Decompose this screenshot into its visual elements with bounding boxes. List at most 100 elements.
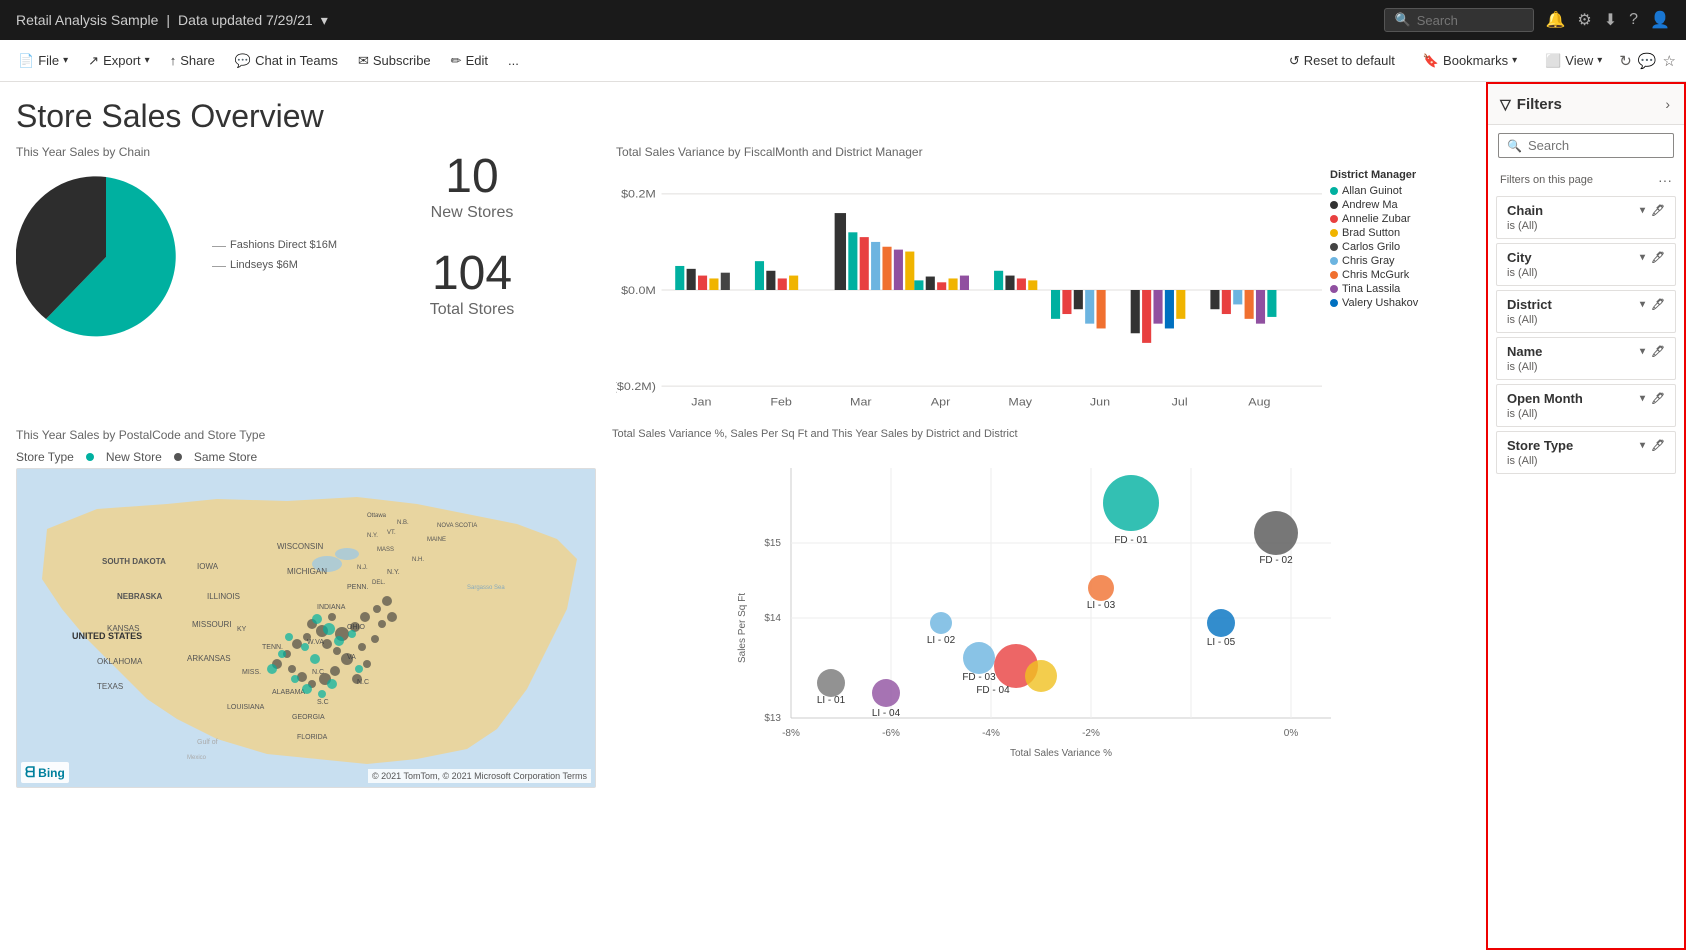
map-svg: SOUTH DAKOTA NEBRASKA KANSAS OKLAHOMA TE… xyxy=(17,469,596,788)
filter-chain[interactable]: Chain ▾ 🖊 is (All) xyxy=(1496,196,1676,239)
data-updated: Data updated 7/29/21 xyxy=(178,12,313,28)
file-menu[interactable]: 📄 File ▾ xyxy=(10,49,76,73)
filter-store-type-clear[interactable]: 🖊 xyxy=(1651,439,1665,452)
filter-chain-header: Chain ▾ 🖊 xyxy=(1507,203,1665,218)
menubar-right: ↺ Reset to default 🔖 Bookmarks ▾ ⬜ View … xyxy=(1278,48,1676,74)
scatter-chart: -8% -6% -4% -2% 0% $13 $14 $15 Sales Per… xyxy=(612,448,1470,768)
user-icon[interactable]: 👤 xyxy=(1650,10,1670,30)
filter-district-clear[interactable]: 🖊 xyxy=(1651,298,1665,311)
more-options-icon[interactable]: ··· xyxy=(1658,172,1672,188)
reset-icon: ↺ xyxy=(1289,53,1300,69)
svg-text:MASS: MASS xyxy=(377,547,394,553)
star-icon[interactable]: ☆ xyxy=(1663,52,1676,70)
more-menu[interactable]: ... xyxy=(500,49,527,72)
subscribe-label: Subscribe xyxy=(373,53,431,68)
legend-title: District Manager xyxy=(1330,169,1470,181)
svg-text:DEL.: DEL. xyxy=(372,580,386,586)
same-store-dot xyxy=(174,453,182,461)
filter-city-clear[interactable]: 🖊 xyxy=(1651,251,1665,264)
filter-search-input[interactable] xyxy=(1528,138,1665,153)
view-button[interactable]: ⬜ View ▾ xyxy=(1534,48,1613,74)
svg-text:GEORGIA: GEORGIA xyxy=(292,714,325,721)
notification-icon[interactable]: 🔔 xyxy=(1546,10,1566,30)
legend-item-8: Valery Ushakov xyxy=(1330,297,1470,309)
comment-icon[interactable]: 💬 xyxy=(1638,52,1657,70)
legend-manager-1: Andrew Ma xyxy=(1342,199,1398,211)
global-search-box[interactable]: 🔍 xyxy=(1384,8,1534,32)
filter-name-header: Name ▾ 🖊 xyxy=(1507,344,1665,359)
scatter-section: Total Sales Variance %, Sales Per Sq Ft … xyxy=(612,428,1470,788)
chat-teams-menu[interactable]: 💬 Chat in Teams xyxy=(227,49,346,73)
svg-text:MISSOURI: MISSOURI xyxy=(192,620,232,629)
svg-text:WISCONSIN: WISCONSIN xyxy=(277,542,323,551)
svg-text:$0.2M: $0.2M xyxy=(621,189,656,200)
svg-text:May: May xyxy=(1008,397,1032,408)
filter-open-month-clear[interactable]: 🖊 xyxy=(1651,392,1665,405)
filter-name-chevron[interactable]: ▾ xyxy=(1640,346,1645,357)
subscribe-icon: ✉ xyxy=(358,53,369,69)
view-chevron: ▾ xyxy=(1597,55,1602,66)
filter-store-type-value: is (All) xyxy=(1507,455,1665,467)
reset-button[interactable]: ↺ Reset to default xyxy=(1278,48,1406,74)
pie-container: — Fashions Direct $16M — Lindseys $6M xyxy=(16,167,356,347)
filter-chain-value: is (All) xyxy=(1507,220,1665,232)
filter-open-month-chevron[interactable]: ▾ xyxy=(1640,393,1645,404)
kpi-section: 10 New Stores 104 Total Stores xyxy=(372,145,572,347)
chevron-down-icon[interactable]: ▾ xyxy=(321,12,328,29)
edit-menu[interactable]: ✏ Edit xyxy=(443,49,496,73)
svg-text:VT.: VT. xyxy=(387,530,396,536)
svg-text:Ottawa: Ottawa xyxy=(367,513,387,519)
subscribe-menu[interactable]: ✉ Subscribe xyxy=(350,49,439,73)
menubar: 📄 File ▾ ↗ Export ▾ ↑ Share 💬 Chat in Te… xyxy=(0,40,1686,82)
pie-section-label: This Year Sales by Chain xyxy=(16,145,356,159)
map-container[interactable]: SOUTH DAKOTA NEBRASKA KANSAS OKLAHOMA TE… xyxy=(16,468,596,788)
svg-text:FD - 03: FD - 03 xyxy=(962,672,996,683)
store-type-text: Store Type xyxy=(16,450,74,464)
svg-text:ARKANSAS: ARKANSAS xyxy=(187,654,231,663)
svg-text:LI - 03: LI - 03 xyxy=(1087,600,1116,611)
export-chevron: ▾ xyxy=(145,55,150,66)
svg-text:LI - 05: LI - 05 xyxy=(1207,637,1236,648)
filter-name-clear[interactable]: 🖊 xyxy=(1651,345,1665,358)
svg-text:FD - 04: FD - 04 xyxy=(976,685,1010,696)
refresh-icon[interactable]: ↻ xyxy=(1619,52,1632,70)
svg-text:Feb: Feb xyxy=(770,397,792,408)
filter-chain-clear[interactable]: 🖊 xyxy=(1651,204,1665,217)
title-sep: | xyxy=(166,12,170,28)
filter-district-value: is (All) xyxy=(1507,314,1665,326)
map-section: This Year Sales by PostalCode and Store … xyxy=(16,428,596,788)
main-layout: Store Sales Overview This Year Sales by … xyxy=(0,82,1686,950)
legend-manager-4: Carlos Grilo xyxy=(1342,241,1400,253)
filters-search-box[interactable]: 🔍 xyxy=(1498,133,1674,158)
svg-text:Sales Per Sq Ft: Sales Per Sq Ft xyxy=(737,593,748,663)
filter-district[interactable]: District ▾ 🖊 is (All) xyxy=(1496,290,1676,333)
download-icon[interactable]: ⬇ xyxy=(1604,10,1617,30)
share-label: Share xyxy=(180,53,215,68)
bookmarks-button[interactable]: 🔖 Bookmarks ▾ xyxy=(1412,48,1528,74)
pie-chart xyxy=(16,167,196,347)
help-icon[interactable]: ? xyxy=(1629,11,1638,29)
filter-district-chevron[interactable]: ▾ xyxy=(1640,299,1645,310)
filter-city[interactable]: City ▾ 🖊 is (All) xyxy=(1496,243,1676,286)
bookmarks-chevron: ▾ xyxy=(1512,55,1517,66)
filter-store-type[interactable]: Store Type ▾ 🖊 is (All) xyxy=(1496,431,1676,474)
filter-chain-chevron[interactable]: ▾ xyxy=(1640,205,1645,216)
top-charts: This Year Sales by Chain — xyxy=(16,145,1470,420)
filters-collapse-button[interactable]: › xyxy=(1663,94,1672,114)
share-menu[interactable]: ↑ Share xyxy=(162,49,223,72)
svg-text:N.Y.: N.Y. xyxy=(387,569,400,576)
filters-on-page-label: Filters on this page ··· xyxy=(1488,166,1684,192)
filter-city-chevron[interactable]: ▾ xyxy=(1640,252,1645,263)
settings-icon[interactable]: ⚙ xyxy=(1577,10,1591,30)
svg-text:W.VA: W.VA xyxy=(307,639,324,646)
filter-store-type-chevron[interactable]: ▾ xyxy=(1640,440,1645,451)
filter-open-month[interactable]: Open Month ▾ 🖊 is (All) xyxy=(1496,384,1676,427)
filter-name-label: Name xyxy=(1507,344,1542,359)
more-label: ... xyxy=(508,53,519,68)
filter-name[interactable]: Name ▾ 🖊 is (All) xyxy=(1496,337,1676,380)
export-menu[interactable]: ↗ Export ▾ xyxy=(80,49,158,73)
global-search-input[interactable] xyxy=(1417,13,1523,28)
lindseys-label: — Lindseys $6M xyxy=(212,257,337,273)
filter-city-value: is (All) xyxy=(1507,267,1665,279)
svg-text:Aug: Aug xyxy=(1248,397,1270,408)
